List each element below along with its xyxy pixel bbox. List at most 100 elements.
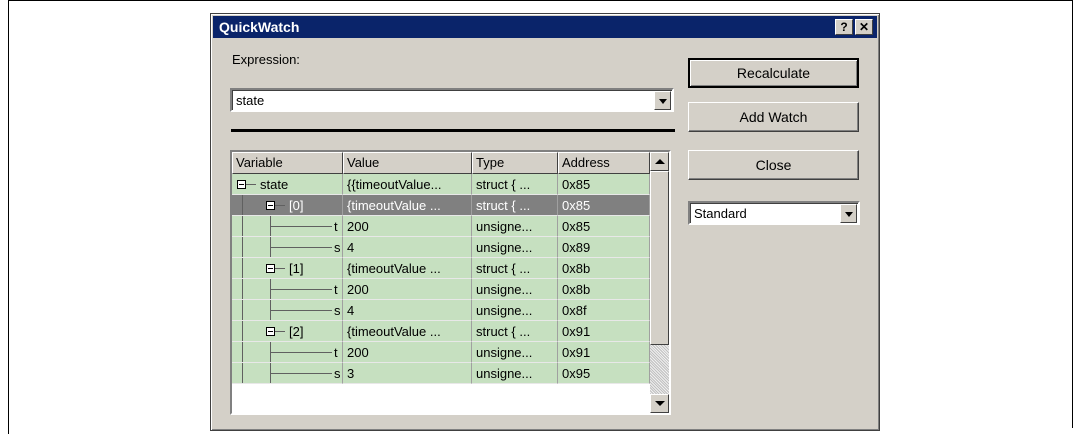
title-bar[interactable]: QuickWatch ? ✕ [213,16,877,38]
tree-branch-line [270,310,332,311]
cell-variable: [1] [232,258,343,279]
cell-variable: [2] [232,321,343,342]
column-header-variable[interactable]: Variable [232,152,343,174]
close-window-button[interactable]: ✕ [855,19,873,35]
collapse-toggle-icon[interactable] [266,264,275,273]
variable-name: s [334,303,341,318]
column-header-value[interactable]: Value [343,152,472,174]
table-row[interactable]: s 3 unsigne... 0x95 [232,363,650,384]
cell-address: 0x91 [558,342,650,363]
cell-value: 200 [343,216,472,237]
close-button[interactable]: Close [688,150,859,180]
cell-type: struct { ... [472,195,558,216]
cell-variable: t [232,279,343,300]
table-row[interactable]: [2] {timeoutValue ... struct { ... 0x91 [232,321,650,342]
cell-type: struct { ... [472,321,558,342]
cell-address: 0x8b [558,279,650,300]
tree-branch-line [270,247,332,248]
cell-variable: t [232,216,343,237]
tree-branch-line [270,289,332,290]
scroll-down-button[interactable] [650,394,669,413]
cell-variable: [0] [232,195,343,216]
cell-type: unsigne... [472,279,558,300]
cell-value: {timeoutValue ... [343,195,472,216]
cell-address: 0x8f [558,300,650,321]
tree-branch-line [270,373,332,374]
cell-type: unsigne... [472,216,558,237]
help-icon: ? [840,20,848,34]
collapse-toggle-icon[interactable] [237,180,246,189]
cell-variable: t [232,342,343,363]
tree-guide-line [242,195,243,215]
cell-value: 4 [343,237,472,258]
format-select-value: Standard [694,206,747,221]
add-watch-button[interactable]: Add Watch [688,102,859,132]
cell-variable: s [232,237,343,258]
table-row[interactable]: [0] {timeoutValue ... struct { ... 0x85 [232,195,650,216]
tree-branch-line [275,205,285,206]
scroll-track[interactable] [650,345,669,394]
cell-address: 0x85 [558,216,650,237]
table-row[interactable]: t 200 unsigne... 0x8b [232,279,650,300]
cell-variable: s [232,363,343,384]
cell-value: 3 [343,363,472,384]
tree-guide-line [242,300,243,320]
cell-value: 200 [343,279,472,300]
tree-branch-line [246,184,256,185]
watch-grid[interactable]: Variable Value Type Address state {{timeo… [230,150,671,415]
column-header-type[interactable]: Type [472,152,558,174]
collapse-toggle-icon[interactable] [266,201,275,210]
cell-address: 0x85 [558,174,650,195]
variable-name: state [260,177,289,192]
variable-name: s [334,240,341,255]
add-watch-label: Add Watch [739,109,808,125]
cell-type: unsigne... [472,237,558,258]
scroll-up-button[interactable] [650,152,669,171]
cell-variable: state [232,174,343,195]
page-border-top [8,0,1073,1]
variable-name: t [334,345,338,360]
expression-dropdown-button[interactable] [654,91,671,110]
close-label: Close [755,157,792,173]
tree-guide-line [242,321,243,341]
tree-branch-line [275,268,285,269]
cell-type: unsigne... [472,300,558,321]
scroll-thumb[interactable] [650,171,669,345]
variable-name: s [334,366,341,381]
cell-address: 0x8b [558,258,650,279]
tree-guide-line [242,237,243,257]
table-row[interactable]: t 200 unsigne... 0x85 [232,216,650,237]
cell-type: struct { ... [472,174,558,195]
cell-address: 0x95 [558,363,650,384]
vertical-scrollbar[interactable] [650,152,669,413]
tree-branch-line [270,226,332,227]
quickwatch-dialog: QuickWatch ? ✕ Expression: state Recalcu… [210,13,880,431]
variable-name: t [334,282,338,297]
variable-name: [2] [289,324,304,339]
format-dropdown-button[interactable] [840,204,857,223]
cell-value: {timeoutValue ... [343,258,472,279]
table-row[interactable]: s 4 unsigne... 0x89 [232,237,650,258]
tree-guide-line [242,279,243,299]
expression-input[interactable]: state [236,93,264,108]
tree-guide-line [242,258,243,278]
format-select[interactable]: Standard [688,201,860,225]
recalculate-label: Recalculate [736,65,811,81]
cell-variable: s [232,300,343,321]
table-row[interactable]: s 4 unsigne... 0x8f [232,300,650,321]
collapse-toggle-icon[interactable] [266,327,275,336]
cell-type: struct { ... [472,258,558,279]
tree-guide-line [242,363,243,383]
cell-value: {{timeoutValue... [343,174,472,195]
dialog-title: QuickWatch [219,19,300,35]
expression-combobox[interactable]: state [230,88,674,112]
column-header-address[interactable]: Address [558,152,650,174]
table-row[interactable]: state {{timeoutValue... struct { ... 0x85 [232,174,650,195]
recalculate-button[interactable]: Recalculate [688,58,859,88]
table-row[interactable]: t 200 unsigne... 0x91 [232,342,650,363]
cell-value: 200 [343,342,472,363]
separator [231,129,675,132]
help-button[interactable]: ? [835,19,853,35]
table-row[interactable]: [1] {timeoutValue ... struct { ... 0x8b [232,258,650,279]
cell-address: 0x91 [558,321,650,342]
